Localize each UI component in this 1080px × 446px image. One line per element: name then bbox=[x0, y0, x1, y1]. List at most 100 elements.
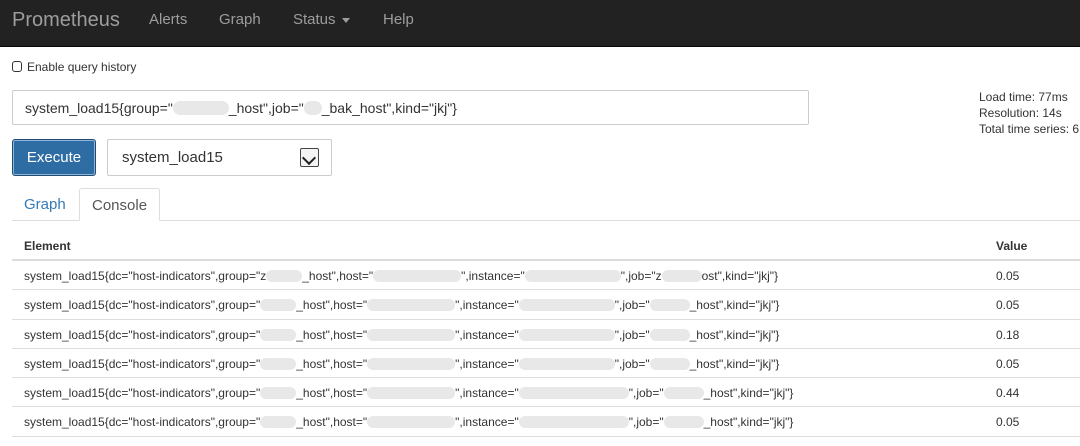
load-time: Load time: 77ms bbox=[979, 90, 1068, 104]
redacted-value bbox=[367, 299, 456, 312]
redacted-value bbox=[260, 357, 297, 370]
header-element: Element bbox=[24, 239, 71, 253]
element-text-part: _host",kind="jkj"} bbox=[703, 386, 794, 401]
element-text-part: system_load15{dc="host-indicators",group… bbox=[24, 327, 261, 342]
element-text-part: _host",host=" bbox=[296, 298, 368, 313]
results-table: Element Value system_load15{dc="host-ind… bbox=[12, 231, 1080, 437]
tabs-divider bbox=[12, 220, 1080, 221]
expr-part-2: _host",job=" bbox=[228, 100, 304, 116]
redacted-value bbox=[260, 328, 297, 341]
element-text-part: ",job=" bbox=[614, 356, 650, 371]
element-cell: system_load15{dc="host-indicators",group… bbox=[24, 298, 779, 312]
execute-button[interactable]: Execute bbox=[12, 139, 96, 176]
nav-alerts[interactable]: Alerts bbox=[149, 11, 187, 29]
element-text-part: system_load15{dc="host-indicators",group… bbox=[24, 415, 261, 430]
redacted-value bbox=[367, 357, 456, 370]
redacted-value bbox=[518, 328, 615, 341]
element-text-part: ost",kind="jkj"} bbox=[701, 269, 779, 283]
redacted-value bbox=[373, 270, 462, 282]
redacted-value bbox=[260, 387, 297, 400]
table-header: Element Value bbox=[12, 231, 1080, 261]
redacted-value bbox=[661, 270, 702, 282]
redacted-value bbox=[518, 299, 615, 312]
redacted-value bbox=[663, 387, 704, 400]
element-cell: system_load15{dc="host-indicators",group… bbox=[24, 357, 779, 371]
redacted-value bbox=[367, 387, 456, 400]
element-text-part: ",job=" bbox=[628, 415, 664, 430]
chevron-down-icon[interactable] bbox=[300, 148, 319, 167]
tab-console[interactable]: Console bbox=[79, 188, 161, 221]
redacted-value bbox=[649, 357, 690, 370]
table-row: system_load15{dc="host-indicators",group… bbox=[12, 407, 1080, 437]
nav-status-label: Status bbox=[293, 11, 336, 28]
table-row: system_load15{dc="host-indicators",group… bbox=[12, 349, 1080, 379]
value-cell: 0.05 bbox=[996, 415, 1020, 430]
element-text-part: ",job=" bbox=[628, 386, 664, 401]
element-text-part: _host",host=" bbox=[302, 269, 374, 283]
expression-input[interactable]: system_load15{group=" _host",job=" _bak_ho… bbox=[12, 90, 809, 125]
redacted-value bbox=[518, 357, 615, 370]
metric-select[interactable]: system_load15 bbox=[107, 139, 332, 176]
element-text-part: ",job=" bbox=[614, 298, 650, 313]
redacted-value bbox=[260, 299, 297, 312]
element-text-part: system_load15{dc="host-indicators",group… bbox=[24, 356, 261, 371]
navbar: Prometheus Alerts Graph Status Help bbox=[0, 0, 1080, 47]
value-cell: 0.05 bbox=[996, 298, 1020, 313]
table-body: system_load15{dc="host-indicators",group… bbox=[12, 261, 1080, 437]
element-text-part: _host",kind="jkj"} bbox=[703, 415, 794, 430]
element-cell: system_load15{dc="host-indicators",group… bbox=[24, 386, 793, 400]
redacted-value bbox=[303, 101, 322, 115]
element-text-part: ",job=" bbox=[614, 327, 650, 342]
element-cell: system_load15{dc="host-indicators",group… bbox=[24, 328, 779, 342]
nav-graph[interactable]: Graph bbox=[219, 11, 261, 29]
redacted-value bbox=[367, 416, 456, 429]
element-text-part: _host",kind="jkj"} bbox=[689, 356, 780, 371]
query-history-label: Enable query history bbox=[27, 60, 137, 74]
nav-status-dropdown[interactable]: Status bbox=[293, 11, 350, 29]
element-text-part: ",job="z bbox=[620, 269, 662, 283]
header-value: Value bbox=[996, 239, 1028, 253]
redacted-value bbox=[663, 416, 704, 429]
metric-select-value: system_load15 bbox=[122, 149, 223, 166]
table-row: system_load15{dc="host-indicators",group… bbox=[12, 378, 1080, 408]
resolution: Resolution: 14s bbox=[979, 106, 1062, 120]
value-cell: 0.44 bbox=[996, 386, 1020, 401]
element-cell: system_load15{dc="host-indicators",group… bbox=[24, 415, 793, 429]
query-history-toggle[interactable]: Enable query history bbox=[12, 60, 136, 74]
element-text-part: _host",host=" bbox=[296, 327, 368, 342]
element-text-part: ",instance=" bbox=[455, 327, 519, 342]
element-text-part: system_load15{dc="host-indicators",group… bbox=[24, 386, 261, 401]
element-text-part: ",instance=" bbox=[455, 356, 519, 371]
element-text-part: ",instance=" bbox=[455, 298, 519, 313]
expr-part-1: system_load15{group=" bbox=[25, 100, 173, 116]
redacted-value bbox=[260, 416, 297, 429]
element-text-part: _host",host=" bbox=[296, 356, 368, 371]
element-text-part: ",instance=" bbox=[461, 269, 525, 283]
value-cell: 0.18 bbox=[996, 327, 1020, 342]
element-text-part: _host",kind="jkj"} bbox=[689, 298, 780, 313]
element-text-part: system_load15{dc="host-indicators",group… bbox=[24, 269, 267, 283]
expr-part-3: _bak_host",kind="jkj"} bbox=[321, 100, 457, 116]
query-history-checkbox[interactable] bbox=[12, 61, 22, 72]
table-row: system_load15{dc="host-indicators",group… bbox=[12, 320, 1080, 349]
redacted-value bbox=[172, 101, 229, 115]
tab-graph[interactable]: Graph bbox=[12, 188, 78, 221]
redacted-value bbox=[518, 416, 629, 429]
table-row: system_load15{dc="host-indicators",group… bbox=[12, 261, 1080, 291]
value-cell: 0.05 bbox=[996, 269, 1020, 283]
table-row: system_load15{dc="host-indicators",group… bbox=[12, 290, 1080, 320]
value-cell: 0.05 bbox=[996, 356, 1020, 371]
nav-help[interactable]: Help bbox=[383, 11, 414, 29]
brand-link[interactable]: Prometheus bbox=[12, 8, 120, 32]
redacted-value bbox=[367, 328, 456, 341]
element-text-part: _host",host=" bbox=[296, 415, 368, 430]
total-time-series: Total time series: 6 bbox=[979, 122, 1080, 136]
element-text-part: _host",kind="jkj"} bbox=[689, 327, 780, 342]
query-stats: Load time: 77ms Resolution: 14s Total ti… bbox=[979, 89, 1079, 137]
caret-down-icon bbox=[341, 17, 350, 23]
element-text-part: _host",host=" bbox=[296, 386, 368, 401]
element-text-part: system_load15{dc="host-indicators",group… bbox=[24, 298, 261, 313]
element-text-part: ",instance=" bbox=[455, 415, 519, 430]
redacted-value bbox=[524, 270, 621, 282]
redacted-value bbox=[266, 270, 303, 282]
